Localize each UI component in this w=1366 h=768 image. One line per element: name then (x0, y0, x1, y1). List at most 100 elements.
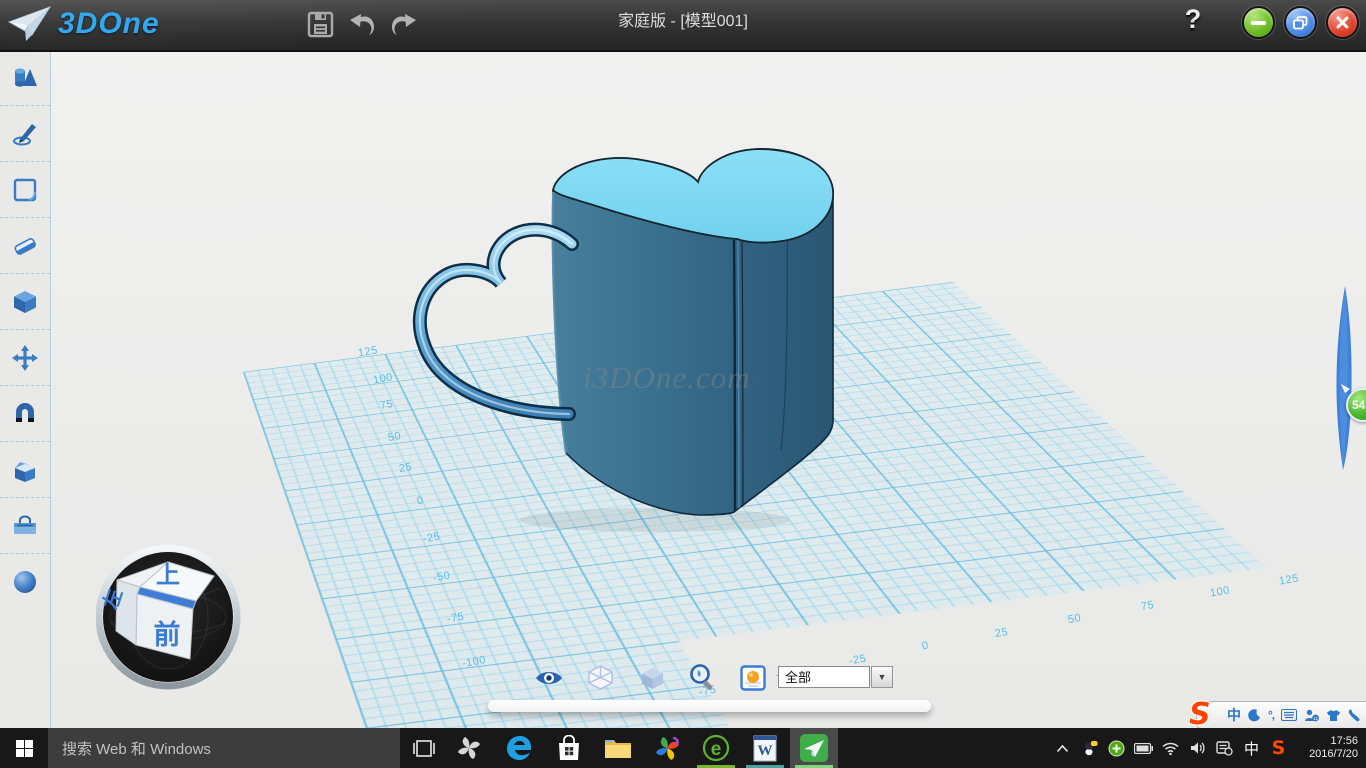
redo-button[interactable] (385, 6, 421, 42)
svg-text:W: W (758, 743, 773, 759)
sidebar-item-feature[interactable] (0, 274, 50, 330)
windows-logo-icon (16, 740, 33, 757)
display-filter-select[interactable]: 全部 (778, 666, 870, 688)
sidebar-item-move[interactable] (0, 330, 50, 386)
grid-axis-label: 25 (994, 626, 1009, 640)
undo-button[interactable] (345, 6, 381, 42)
side-pull-tab[interactable] (1330, 282, 1366, 474)
grid-axis-label: 0 (921, 640, 930, 653)
sidebar-item-sketch[interactable] (0, 106, 50, 162)
redo-icon (388, 11, 418, 37)
sidebar-item-assembly[interactable] (0, 442, 50, 498)
zoom-magnifier-icon[interactable] (688, 663, 718, 693)
ime-moon-icon[interactable] (1248, 709, 1261, 722)
3done-app-icon (799, 733, 829, 763)
3d-viewport-canvas[interactable]: -75-50-2502550751001251251007550250-25-5… (50, 50, 1366, 728)
sidebar-item-primitives[interactable] (0, 50, 50, 106)
sidebar-item-toolbox[interactable] (0, 498, 50, 554)
display-filter-icon[interactable] (740, 665, 766, 691)
tool-sidebar (0, 50, 51, 728)
system-tray: 中 S 17:56 2016/7/20 (1049, 728, 1366, 768)
tray-battery-icon[interactable] (1130, 728, 1157, 768)
svg-text:11: 11 (1313, 716, 1318, 721)
tray-green-plus-icon[interactable] (1103, 728, 1130, 768)
save-button[interactable] (302, 6, 338, 42)
grid-axis-label: 100 (1209, 584, 1231, 599)
sketch-plane-icon (11, 176, 39, 204)
file-explorer-icon (604, 736, 632, 760)
mug-top-face (553, 149, 833, 243)
tray-qq-icon[interactable] (1076, 728, 1103, 768)
edge-icon (505, 734, 533, 762)
viewcube-face-front[interactable]: 前 (146, 613, 188, 652)
taskbar-app-store[interactable] (545, 728, 593, 768)
move-arrows-icon (11, 344, 39, 372)
window-title: 家庭版 - [模型001] (420, 0, 946, 44)
title-bar: 3DOne 家庭版 - [模型001] ? (0, 0, 1366, 52)
tray-sogou-icon[interactable]: S (1265, 728, 1292, 768)
toolbar-drag-handle[interactable] (488, 700, 931, 712)
taskbar-app-3done[interactable] (790, 728, 838, 768)
toolbox-icon (11, 512, 39, 540)
visibility-eye-icon[interactable] (534, 667, 564, 689)
help-button[interactable]: ? (1176, 4, 1210, 42)
sphere-icon (11, 568, 39, 596)
windows-taskbar: e W (0, 728, 1366, 768)
app-logo-text: 3DOne (58, 7, 160, 41)
ime-settings-icon[interactable] (1348, 709, 1361, 722)
wireframe-cube-icon[interactable] (587, 664, 614, 691)
magnet-icon (11, 400, 39, 428)
close-icon (1336, 16, 1349, 29)
tray-notification-icon[interactable] (1211, 728, 1238, 768)
grid-axis-label: 75 (379, 398, 394, 412)
open-box-icon (11, 456, 39, 484)
dropdown-arrow-button[interactable]: ▼ (871, 666, 893, 688)
taskbar-app-edge[interactable] (495, 728, 543, 768)
sidebar-item-eraser[interactable] (0, 218, 50, 274)
ime-profile-icon[interactable]: 11 (1304, 709, 1319, 722)
taskbar-app-word[interactable]: W (741, 728, 789, 768)
taskbar-clock[interactable]: 17:56 2016/7/20 (1292, 735, 1366, 761)
ime-chinese-mode[interactable]: 中 (1227, 705, 1241, 725)
start-button[interactable] (0, 728, 48, 768)
tray-speaker-icon[interactable] (1184, 728, 1211, 768)
task-view-button[interactable] (400, 728, 448, 768)
ime-punctuation[interactable]: °, (1268, 708, 1274, 722)
restore-button[interactable] (1284, 6, 1317, 39)
tray-language-indicator[interactable]: 中 (1238, 728, 1265, 768)
paper-plane-icon (8, 5, 52, 43)
pinwheel-gray-icon (456, 735, 482, 761)
grid-axis-label: 75 (1140, 599, 1155, 613)
tray-wifi-icon[interactable] (1157, 728, 1184, 768)
taskbar-app-pinwheel-color[interactable] (643, 728, 691, 768)
app-logo: 3DOne (8, 5, 160, 43)
cube-icon (11, 288, 39, 316)
save-icon (307, 11, 334, 38)
sidebar-item-material[interactable] (0, 554, 50, 609)
sogou-logo-icon[interactable]: S (1189, 697, 1211, 732)
sidebar-item-sketch-plane[interactable] (0, 162, 50, 218)
ime-skin-icon[interactable] (1326, 709, 1341, 722)
task-view-icon (413, 740, 435, 757)
3done-window: 3DOne 家庭版 - [模型001] ? (0, 0, 1366, 768)
close-button[interactable] (1326, 6, 1359, 39)
watermark: i3DOne.com (583, 360, 751, 396)
taskbar-app-pinwheel-gray[interactable] (445, 728, 493, 768)
green-e-browser-icon: e (702, 734, 730, 762)
grid-axis-label: 125 (1278, 572, 1300, 587)
workplane-grid (243, 282, 1366, 728)
tray-chevron-up-icon[interactable] (1049, 728, 1076, 768)
minimize-button[interactable] (1242, 6, 1275, 39)
shaded-cube-icon[interactable] (639, 665, 666, 692)
pinwheel-color-icon (654, 735, 681, 762)
search-input[interactable] (48, 728, 416, 768)
taskbar-search[interactable] (48, 728, 400, 768)
undo-icon (348, 11, 378, 37)
taskbar-app-explorer[interactable] (594, 728, 642, 768)
ime-keyboard-icon[interactable] (1281, 709, 1297, 721)
svg-text:e: e (711, 739, 722, 760)
sidebar-item-magnet[interactable] (0, 386, 50, 442)
primitive-solids-icon (11, 64, 39, 92)
viewcube-face-top[interactable]: 上 (150, 555, 186, 590)
taskbar-app-green-browser[interactable]: e (692, 728, 740, 768)
